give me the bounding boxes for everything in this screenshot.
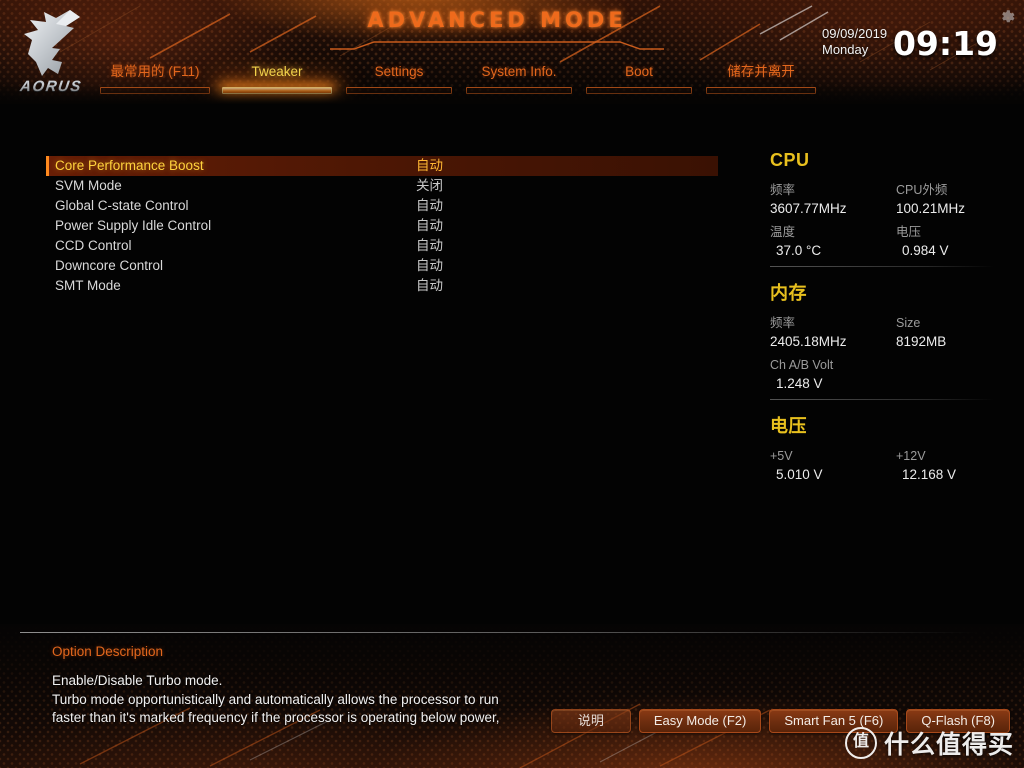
monitor-value: 100.21MHz <box>896 201 966 216</box>
setting-label: Power Supply Idle Control <box>55 218 212 233</box>
option-description-title: Option Description <box>52 644 164 659</box>
monitor-key: +12V <box>896 449 926 463</box>
footer-divider <box>20 632 976 633</box>
section-divider <box>770 266 994 267</box>
setting-row[interactable]: Core Performance Boost 自动 <box>46 156 718 176</box>
monitor-value: 37.0 °C <box>776 243 822 258</box>
monitor-value: 5.010 V <box>776 467 823 482</box>
monitor-value: 1.248 V <box>776 376 823 391</box>
weekday-text: Monday <box>822 42 869 57</box>
setting-label: SVM Mode <box>55 178 122 193</box>
monitor-key: 频率 <box>770 316 796 330</box>
main-content-area: Core Performance Boost 自动 SVM Mode 关闭 Global… <box>0 104 1024 624</box>
description-line: faster than it's marked frequency if the… <box>52 710 500 725</box>
monitor-field: +5V 5.010 V <box>770 448 880 484</box>
monitor-field: CPU外频 100.21MHz <box>896 182 1006 218</box>
monitor-key: 温度 <box>770 225 796 239</box>
monitor-section: 内存频率 2405.18MHz Size 8192MB Ch A/B Volt 1.248… <box>770 266 1006 399</box>
settings-list: Core Performance Boost 自动 SVM Mode 关闭 Global… <box>46 156 718 296</box>
monitor-row: 频率 2405.18MHz Size 8192MB <box>770 315 1006 357</box>
footer-bar: Option Description Enable/Disable Turbo … <box>0 624 1024 768</box>
monitor-value: 12.168 V <box>902 467 957 482</box>
monitor-field: 频率 2405.18MHz <box>770 315 880 351</box>
setting-value[interactable]: 自动 <box>416 276 443 296</box>
date-display: 09/09/2019 Monday <box>822 26 902 58</box>
header-bottom-fade <box>0 84 1024 104</box>
monitor-row: 频率 3607.77MHz CPU外频 100.21MHz <box>770 182 1006 224</box>
setting-value[interactable]: 关闭 <box>416 176 443 196</box>
advanced-mode-title: ADVANCED MODE <box>367 8 627 32</box>
setting-row[interactable]: Power Supply Idle Control 自动 <box>46 216 718 236</box>
setting-label: Global C-state Control <box>55 198 189 213</box>
monitor-field: 电压 0.984 V <box>896 224 1006 260</box>
tab-label: Settings <box>374 64 424 79</box>
tab-label: Boot <box>625 64 653 79</box>
hardware-monitor-sidebar: CPU 频率 3607.77MHz CPU外频 100.21MHz 温度 37.0 °C 电压… <box>770 150 1006 490</box>
tab-label: System Info. <box>481 64 557 79</box>
description-line: Turbo mode opportunistically and automat… <box>52 691 499 707</box>
monitor-row: +5V 5.010 V +12V 12.168 V <box>770 448 1006 490</box>
monitor-field: 频率 3607.77MHz <box>770 182 880 218</box>
setting-label: Downcore Control <box>55 258 164 273</box>
monitor-value: 2405.18MHz <box>770 334 847 349</box>
footer-button-easy-mode-f2[interactable]: Easy Mode (F2) <box>638 709 762 733</box>
monitor-key: CPU外频 <box>896 183 948 197</box>
monitor-value: 3607.77MHz <box>770 201 847 216</box>
setting-value[interactable]: 自动 <box>416 216 443 236</box>
monitor-value: 0.984 V <box>902 243 949 258</box>
setting-label: Core Performance Boost <box>55 158 204 173</box>
monitor-field: Ch A/B Volt 1.248 V <box>770 357 880 393</box>
footer-button-[interactable]: 说明 <box>550 709 631 733</box>
gear-icon[interactable] <box>998 8 1016 26</box>
section-divider <box>770 399 994 400</box>
advanced-mode-banner: ADVANCED MODE <box>330 6 664 50</box>
date-text: 09/09/2019 <box>822 26 888 41</box>
setting-row[interactable]: SVM Mode 关闭 <box>46 176 718 196</box>
bios-advanced-mode-screen: AORUS ADVANCED MODE 最常用的 (F11)TweakerSet… <box>0 0 1024 768</box>
watermark-text: 什么值得买 <box>883 731 1014 759</box>
option-description-text: Enable/Disable Turbo mode. Turbo mode opp… <box>52 672 572 728</box>
setting-value[interactable]: 自动 <box>416 156 443 176</box>
setting-row[interactable]: Downcore Control 自动 <box>46 256 718 276</box>
monitor-row: 温度 37.0 °C 电压 0.984 V <box>770 224 1006 266</box>
setting-row[interactable]: Global C-state Control 自动 <box>46 196 718 216</box>
monitor-value: 8192MB <box>896 334 947 349</box>
monitor-key: +5V <box>770 449 793 463</box>
monitor-section: CPU 频率 3607.77MHz CPU外频 100.21MHz 温度 37.0 °C 电压… <box>770 150 1006 266</box>
tab-label: 储存并离开 <box>727 64 795 79</box>
monitor-key: Size <box>896 316 921 330</box>
setting-row[interactable]: CCD Control 自动 <box>46 236 718 256</box>
header-bar: AORUS ADVANCED MODE 最常用的 (F11)TweakerSet… <box>0 0 1024 104</box>
monitor-field: 温度 37.0 °C <box>770 224 880 260</box>
monitor-row: Ch A/B Volt 1.248 V <box>770 357 1006 399</box>
section-title: CPU <box>770 150 810 170</box>
setting-label: SMT Mode <box>55 278 121 293</box>
description-line: Enable/Disable Turbo mode. <box>52 673 223 688</box>
setting-value[interactable]: 自动 <box>416 256 443 276</box>
setting-value[interactable]: 自动 <box>416 236 443 256</box>
tab-label: 最常用的 (F11) <box>110 64 200 79</box>
monitor-field: Size 8192MB <box>896 315 1006 351</box>
section-title: 电压 <box>770 416 807 436</box>
tab-label: Tweaker <box>251 64 303 79</box>
monitor-field: +12V 12.168 V <box>896 448 1006 484</box>
section-title: 内存 <box>770 283 807 303</box>
monitor-key: 电压 <box>896 225 922 239</box>
watermark-badge: 值 <box>844 727 877 759</box>
monitor-key: 频率 <box>770 183 796 197</box>
setting-row[interactable]: SMT Mode 自动 <box>46 276 718 296</box>
setting-label: CCD Control <box>55 238 132 253</box>
monitor-key: Ch A/B Volt <box>770 358 834 372</box>
watermark: 值 什么值得买 <box>844 726 1014 760</box>
clock-text: 09:19 <box>892 24 998 63</box>
setting-value[interactable]: 自动 <box>416 196 443 216</box>
monitor-section: 电压 +5V 5.010 V +12V 12.168 V <box>770 399 1006 490</box>
